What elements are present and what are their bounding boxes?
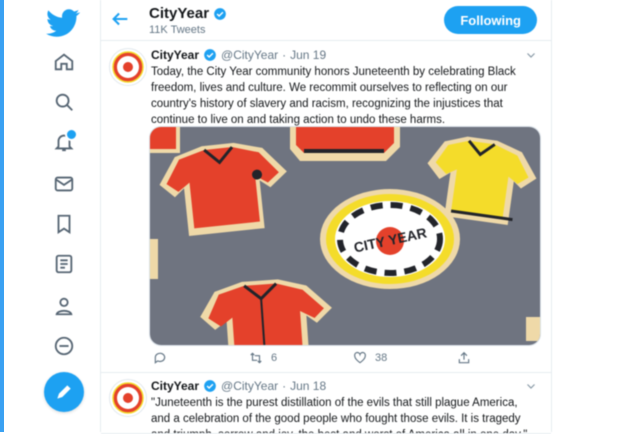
reply-icon: [154, 352, 166, 364]
twitter-bird-icon[interactable]: [46, 6, 80, 40]
retweet-icon: [250, 352, 262, 364]
tweet-author-name[interactable]: CityYear: [151, 48, 199, 62]
tweet-date[interactable]: Jun 19: [290, 48, 326, 62]
reply-button[interactable]: [153, 348, 175, 368]
following-button[interactable]: Following: [444, 6, 537, 34]
tweet[interactable]: CityYear @CityYear · Jun 18 "Juneteenth …: [101, 373, 551, 434]
sidebar-nav: [4, 0, 100, 432]
heart-icon: [354, 351, 366, 364]
like-count: 38: [375, 352, 388, 364]
tweet[interactable]: CityYear @CityYear · Jun 19 Today, the C…: [101, 42, 551, 373]
tweet-header: CityYear @CityYear · Jun 19: [151, 48, 326, 62]
compose-tweet-icon: [57, 385, 71, 399]
avatar[interactable]: [109, 48, 147, 86]
cookies-photo: CITY YEAR: [150, 127, 540, 345]
share-icon: [458, 351, 470, 364]
home-icon[interactable]: [44, 44, 84, 80]
tweet-text: "Juneteenth is the purest distillation o…: [151, 397, 527, 433]
verified-badge-icon: [204, 380, 216, 392]
retweet-count: 6: [271, 352, 278, 364]
tweet-separator: ·: [282, 379, 287, 393]
lists-icon[interactable]: [44, 246, 84, 282]
explore-icon[interactable]: [44, 84, 84, 120]
verified-badge-icon: [214, 7, 226, 20]
like-button[interactable]: 38: [353, 348, 387, 368]
timeline-column: CityYear 11K Tweets Following CityYear @…: [100, 0, 552, 434]
tweet-image[interactable]: CITY YEAR: [149, 126, 541, 346]
tweet-separator: ·: [282, 48, 287, 62]
profile-name: CityYear: [149, 5, 227, 22]
chevron-down-icon[interactable]: [525, 48, 537, 60]
tweet-handle[interactable]: @CityYear: [221, 48, 278, 62]
messages-icon[interactable]: [44, 166, 84, 202]
back-arrow-icon[interactable]: [109, 8, 131, 30]
chevron-down-icon[interactable]: [525, 379, 537, 391]
tweet-date[interactable]: Jun 18: [290, 379, 326, 393]
avatar[interactable]: [109, 379, 147, 417]
notifications-icon[interactable]: [44, 124, 84, 160]
tweet-count: 11K Tweets: [149, 24, 206, 36]
tweet-handle[interactable]: @CityYear: [221, 379, 278, 393]
verified-badge-icon: [204, 49, 216, 61]
profile-header: CityYear 11K Tweets Following: [101, 0, 551, 41]
bookmarks-icon[interactable]: [44, 206, 84, 242]
retweet-button[interactable]: 6: [249, 348, 277, 368]
profile-name-text: CityYear: [149, 5, 210, 22]
tweet-actions: 6 38: [149, 348, 509, 368]
tweet-header: CityYear @CityYear · Jun 18: [151, 379, 326, 393]
profile-icon[interactable]: [44, 288, 84, 324]
compose-tweet-button[interactable]: [44, 372, 84, 412]
notification-badge: [65, 128, 78, 141]
tweet-text: Today, the City Year community honors Ju…: [151, 66, 516, 126]
more-icon[interactable]: [44, 328, 84, 364]
share-button[interactable]: [457, 348, 479, 368]
tweet-author-name[interactable]: CityYear: [151, 379, 199, 393]
